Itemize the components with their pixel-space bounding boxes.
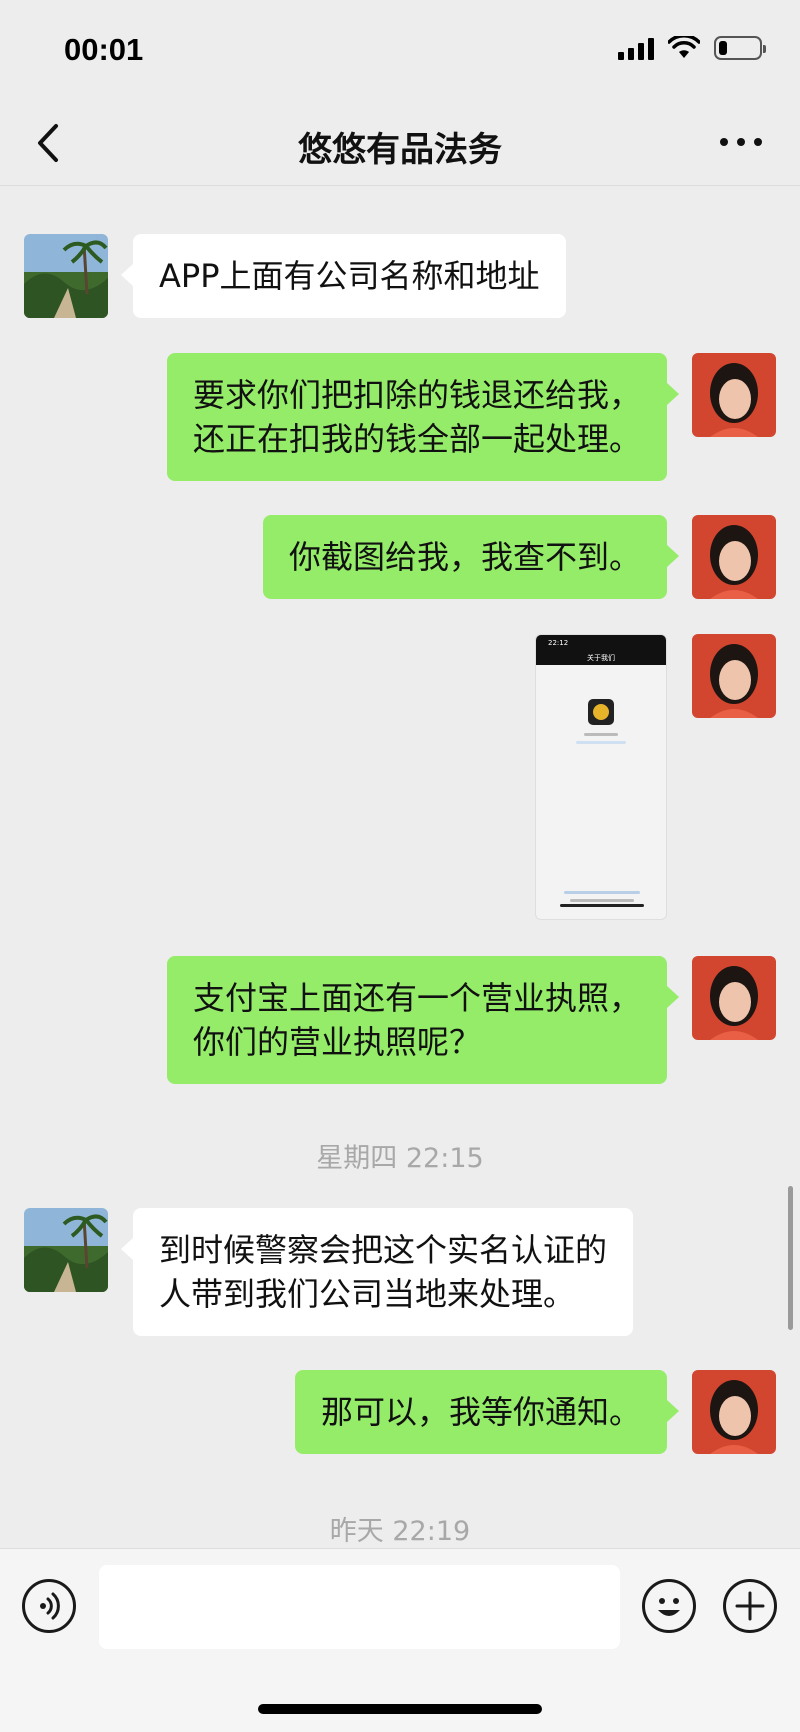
incoming-message[interactable]: APP上面有公司名称和地址 [121,234,566,318]
wifi-icon [668,36,700,58]
outgoing-message[interactable]: 你截图给我，我查不到。 [262,515,680,599]
app-logo-icon [588,699,614,725]
chat-header: 悠悠有品法务 [0,100,800,186]
chat-title: 悠悠有品法务 [298,130,502,170]
message-line: 支付宝上面还有一个营业执照， [192,979,641,1017]
status-time: 00:01 [64,32,144,67]
timestamp: 昨天 22:19 [329,1516,471,1547]
contact-avatar[interactable] [24,1208,108,1292]
my-avatar[interactable] [692,634,776,718]
incoming-message[interactable]: 到时候警察会把这个实名认证的 人带到我们公司当地来处理。 [120,1208,634,1336]
voice-input-icon[interactable] [22,1579,76,1633]
screenshot-time: 22:12 [548,639,569,647]
image-message[interactable]: 22:12 关于我们 [535,634,667,920]
my-avatar[interactable] [692,353,776,437]
outgoing-message[interactable]: 那可以，我等你通知。 [294,1370,680,1454]
screenshot-header: 关于我们 [587,654,615,662]
my-avatar[interactable] [692,956,776,1040]
contact-avatar[interactable] [24,234,108,318]
emoji-icon[interactable] [642,1579,696,1633]
message-line: 要求你们把扣除的钱退还给我， [192,376,641,414]
status-icons [618,36,766,60]
message-text: APP上面有公司名称和地址 [159,257,540,295]
message-list[interactable]: APP上面有公司名称和地址 要求你们把扣除的钱退还给我， 还正在扣我的钱全部一起… [0,187,800,1547]
battery-level [719,41,728,55]
screenshot-home-indicator [560,904,644,907]
message-input[interactable] [99,1565,620,1649]
screenshot-topbar: 22:12 关于我们 [536,635,666,665]
timestamp: 星期四 22:15 [316,1143,484,1174]
cellular-signal-icon [618,36,654,60]
battery-icon [714,36,766,60]
home-indicator[interactable] [258,1704,542,1714]
my-avatar[interactable] [692,515,776,599]
message-line: 你们的营业执照呢？ [192,1023,481,1061]
message-text: 你截图给我，我查不到。 [288,538,641,576]
plus-icon[interactable] [723,1579,777,1633]
message-text: 那可以，我等你通知。 [320,1393,641,1431]
scrollbar[interactable] [788,1186,793,1330]
my-avatar[interactable] [692,1370,776,1454]
message-line: 人带到我们公司当地来处理。 [159,1275,576,1313]
message-line: 到时候警察会把这个实名认证的 [159,1231,608,1269]
status-bar: 00:01 [0,0,800,100]
outgoing-message[interactable]: 要求你们把扣除的钱退还给我， 还正在扣我的钱全部一起处理。 [166,353,680,481]
more-options-icon[interactable] [720,138,762,146]
message-line: 还正在扣我的钱全部一起处理。 [192,420,641,458]
outgoing-message[interactable]: 支付宝上面还有一个营业执照， 你们的营业执照呢？ [166,956,680,1084]
